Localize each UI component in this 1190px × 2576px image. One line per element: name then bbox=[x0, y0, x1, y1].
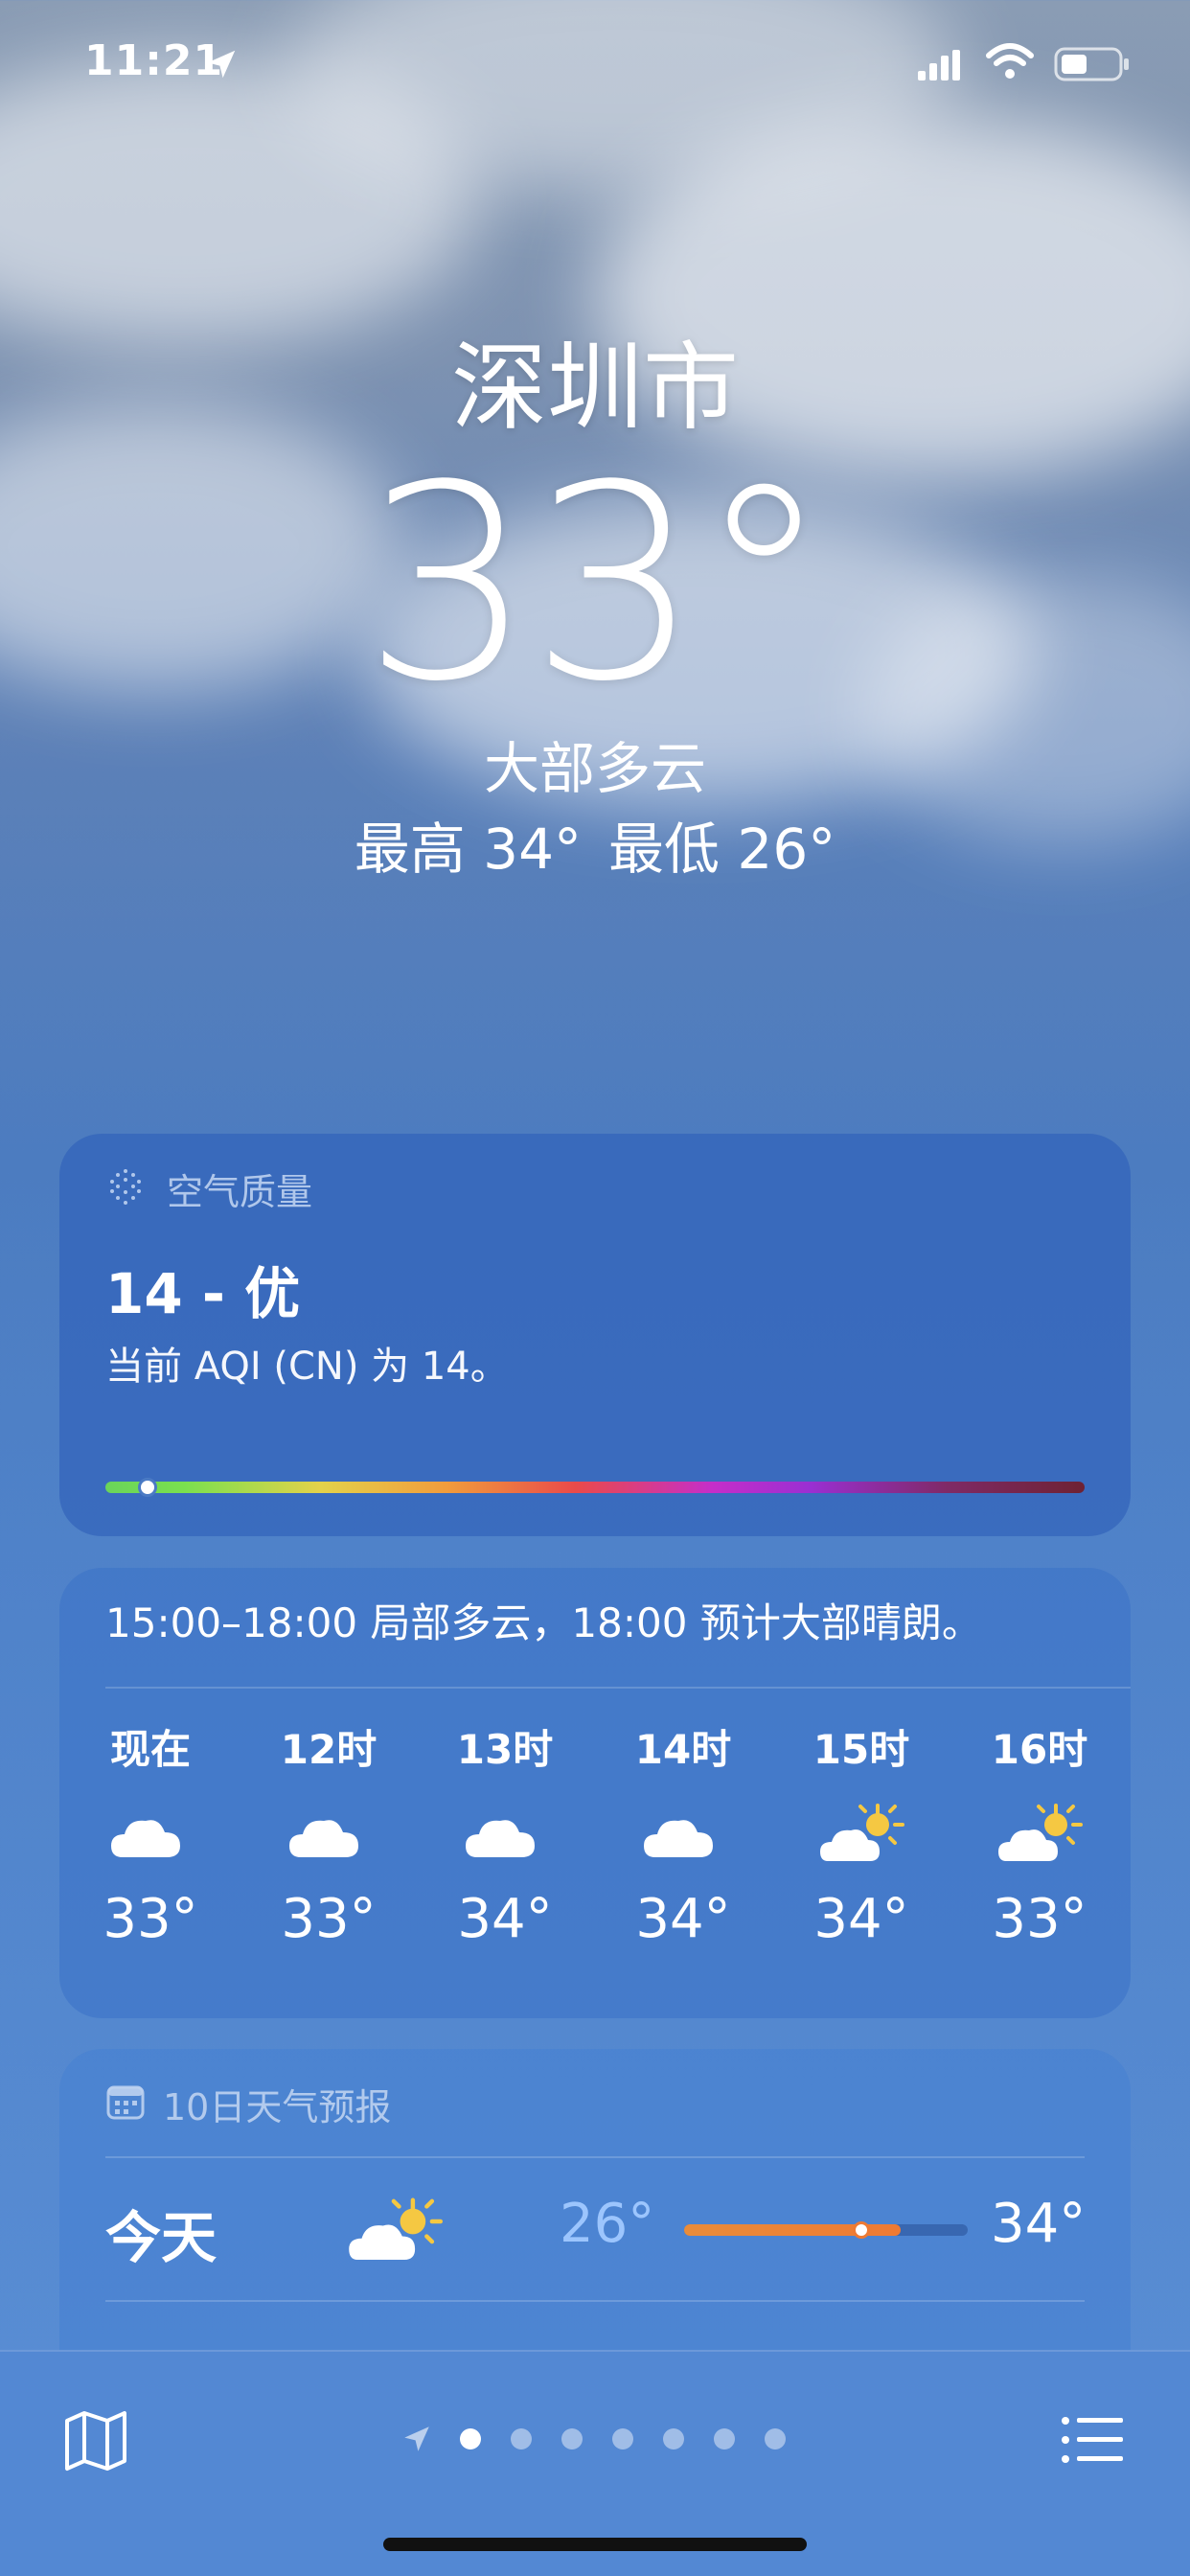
day-high-temp: 34° bbox=[991, 2193, 1087, 2255]
hourly-forecast-card[interactable]: 15:00–18:00 局部多云，18:00 预计大部晴朗。 现在 33° 12时 3… bbox=[59, 1568, 1131, 2018]
hour-temp: 34° bbox=[457, 1888, 553, 1950]
hour-label: 12时 bbox=[280, 1726, 378, 1773]
current-weather: 深圳市 33° 大部多云 最高 34° 最低 26° bbox=[0, 326, 1190, 887]
temperature-range-bar bbox=[684, 2221, 968, 2239]
hour-column: 16时 33° bbox=[968, 1721, 1111, 1953]
page-indicator[interactable] bbox=[400, 2419, 793, 2457]
calendar-icon bbox=[106, 2085, 145, 2120]
hour-temp: 33° bbox=[281, 1888, 377, 1950]
wifi-icon bbox=[986, 43, 1034, 79]
status-bar: 11:21 bbox=[0, 0, 1190, 134]
hour-label: 现在 bbox=[109, 1726, 191, 1773]
partly-sunny-icon bbox=[349, 2197, 443, 2260]
page-dot[interactable] bbox=[714, 2428, 735, 2450]
location-arrow-icon bbox=[207, 50, 236, 79]
current-temp-marker bbox=[853, 2221, 870, 2239]
location-arrow-icon bbox=[404, 2426, 429, 2451]
partly-sunny-icon bbox=[818, 1802, 904, 1869]
hour-column: 现在 33° bbox=[79, 1721, 222, 1953]
list-icon[interactable] bbox=[1058, 2405, 1127, 2474]
battery-icon bbox=[1054, 47, 1129, 81]
partly-sunny-icon bbox=[996, 1802, 1083, 1869]
day-name: 今天 bbox=[105, 2205, 217, 2270]
divider bbox=[105, 2300, 1085, 2302]
air-quality-value: 14 - 优 bbox=[105, 1261, 301, 1326]
page-dot[interactable] bbox=[511, 2428, 532, 2450]
hour-column: 12时 33° bbox=[257, 1721, 400, 1953]
hour-temp: 33° bbox=[992, 1888, 1087, 1950]
page-dot[interactable] bbox=[612, 2428, 633, 2450]
divider bbox=[105, 2156, 1085, 2158]
hour-column: 15时 34° bbox=[790, 1721, 933, 1953]
divider bbox=[105, 1687, 1131, 1689]
aqi-scale-bar bbox=[105, 1482, 1085, 1493]
signal-icon bbox=[918, 50, 960, 80]
hourly-summary: 15:00–18:00 局部多云，18:00 预计大部晴朗。 bbox=[105, 1599, 982, 1646]
page-dot[interactable] bbox=[663, 2428, 684, 2450]
low-temperature: 最低 26° bbox=[608, 816, 836, 882]
cloud-icon bbox=[640, 1802, 726, 1869]
weather-condition: 大部多云 bbox=[483, 736, 706, 801]
ten-day-label: 10日天气预报 bbox=[163, 2086, 392, 2128]
hour-label: 15时 bbox=[812, 1726, 910, 1773]
hour-label: 13时 bbox=[456, 1726, 554, 1773]
hour-temp: 34° bbox=[635, 1888, 731, 1950]
high-low: 最高 34° 最低 26° bbox=[0, 811, 1190, 887]
air-quality-label: 空气质量 bbox=[167, 1171, 313, 1213]
hour-label: 16时 bbox=[991, 1726, 1088, 1773]
current-temperature: 33° bbox=[362, 428, 831, 741]
hour-temp: 33° bbox=[103, 1888, 198, 1950]
air-quality-description: 当前 AQI (CN) 为 14。 bbox=[105, 1345, 509, 1389]
aqi-indicator bbox=[138, 1478, 157, 1497]
page-dot[interactable] bbox=[460, 2428, 481, 2450]
cloud-icon bbox=[107, 1802, 194, 1869]
page-dot[interactable] bbox=[765, 2428, 786, 2450]
hour-label: 14时 bbox=[634, 1726, 732, 1773]
high-temperature: 最高 34° bbox=[354, 816, 582, 882]
page-dot[interactable] bbox=[561, 2428, 583, 2450]
home-indicator bbox=[383, 2538, 807, 2551]
map-icon[interactable] bbox=[61, 2405, 130, 2474]
air-quality-card[interactable]: 空气质量 14 - 优 当前 AQI (CN) 为 14。 bbox=[59, 1134, 1131, 1536]
cloud-icon bbox=[462, 1802, 548, 1869]
cloud-icon bbox=[286, 1802, 372, 1869]
hour-column: 14时 34° bbox=[611, 1721, 755, 1953]
day-low-temp: 26° bbox=[560, 2193, 655, 2255]
hour-column: 13时 34° bbox=[433, 1721, 577, 1953]
hour-temp: 34° bbox=[813, 1888, 909, 1950]
air-quality-icon bbox=[110, 1169, 141, 1205]
